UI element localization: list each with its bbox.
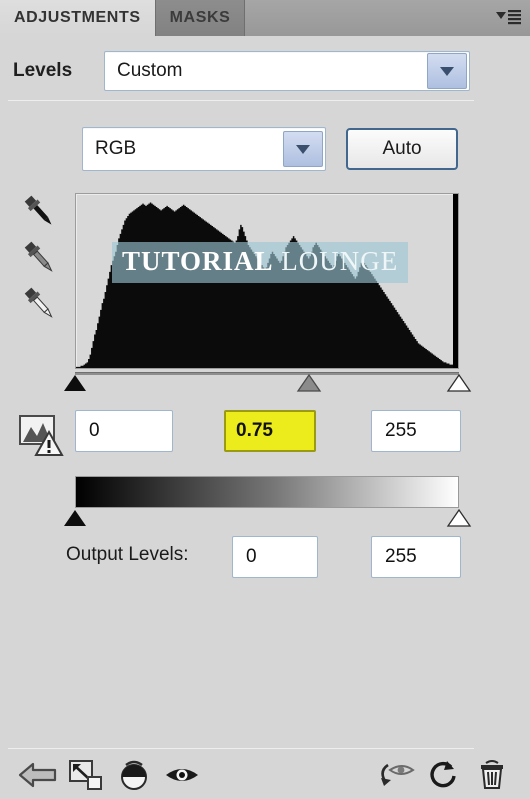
input-white-field[interactable]: 255 [371,410,461,452]
input-levels-fields: 0 0.75 255 [0,410,530,456]
panel-menu-icon[interactable] [494,8,522,26]
white-clip-indicator [453,194,458,368]
output-black-field[interactable]: 0 [232,536,318,578]
set-gray-point-eyedropper[interactable] [16,236,62,282]
output-black-point-handle[interactable] [62,509,88,529]
tab-masks-label: MASKS [169,9,231,26]
channel-dropdown[interactable]: RGB [82,127,326,171]
divider-top [8,100,474,101]
input-gamma-handle[interactable] [296,373,322,394]
output-white-point-handle[interactable] [446,508,472,529]
trash-icon [481,760,503,789]
input-levels-slider-track[interactable] [75,372,459,375]
tab-masks[interactable]: MASKS [155,0,246,36]
preview-previous-state-button[interactable] [372,753,420,797]
histogram-display: TUTORIAL LOUNGE [75,193,459,369]
divider-bottom [8,748,474,749]
set-white-point-eyedropper[interactable] [16,282,62,328]
delete-adjustment-layer-button[interactable] [468,753,516,797]
chevron-down-icon[interactable] [283,131,323,167]
tab-adjustments-label: ADJUSTMENTS [14,9,141,26]
output-levels-gradient[interactable] [75,476,459,508]
expand-view-button[interactable] [62,753,110,797]
chevron-down-icon[interactable] [427,53,467,89]
tab-bar-filler [245,0,530,36]
set-black-point-eyedropper[interactable] [16,190,62,236]
input-gamma-field[interactable]: 0.75 [224,410,316,452]
levels-preset-row: Levels Custom [0,50,530,92]
histogram-clip-warning-icon[interactable] [17,412,65,458]
eye-icon [166,769,198,781]
input-black-field[interactable]: 0 [75,410,173,452]
input-white-point-handle[interactable] [446,373,472,394]
clip-to-layer-button[interactable] [110,753,158,797]
eye-undo-icon [381,763,415,786]
preset-dropdown[interactable]: Custom [104,51,470,91]
output-white-field[interactable]: 255 [371,536,461,578]
panel-tab-bar: ADJUSTMENTS MASKS [0,0,530,36]
page-title: Levels [13,60,73,81]
clip-to-layer-icon [121,760,147,790]
histogram-plot [76,202,458,368]
reset-adjustment-button[interactable] [420,753,468,797]
preset-dropdown-value: Custom [117,60,183,81]
auto-button[interactable]: Auto [346,128,458,170]
toggle-layer-visibility-button[interactable] [158,753,206,797]
eyedropper-group [16,190,62,328]
output-levels-label: Output Levels: [66,544,189,565]
return-to-adjustment-list-button[interactable] [14,753,62,797]
channel-row: RGB Auto [0,126,530,172]
reset-circular-arrow-icon [430,761,456,788]
input-black-point-handle[interactable] [62,374,88,394]
expand-arrow-icon [69,760,102,790]
channel-dropdown-value: RGB [95,138,137,159]
output-levels-row: Output Levels: 0 255 [0,536,530,580]
left-arrow-icon [18,762,57,788]
panel-bottom-toolbar [0,751,530,799]
tab-adjustments[interactable]: ADJUSTMENTS [0,0,156,36]
